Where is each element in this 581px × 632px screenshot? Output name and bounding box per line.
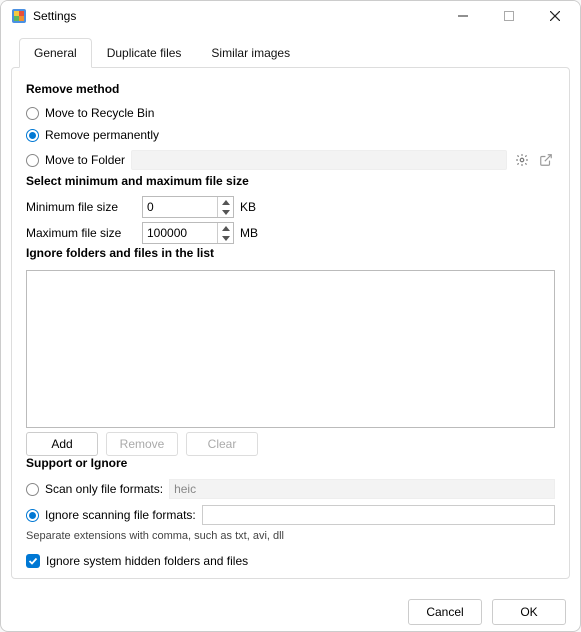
radio-remove-permanently[interactable]: Remove permanently [26, 124, 555, 146]
radio-label: Move to Folder [45, 153, 125, 167]
support-ignore-heading: Support or Ignore [26, 456, 555, 470]
tab-general[interactable]: General [19, 38, 92, 68]
maximize-button[interactable] [486, 1, 532, 31]
radio-icon [26, 483, 39, 496]
minimize-button[interactable] [440, 1, 486, 31]
settings-window: Settings General Duplicate files Similar… [0, 0, 581, 632]
file-size-heading: Select minimum and maximum file size [26, 174, 555, 188]
max-size-input[interactable] [143, 223, 217, 243]
radio-label: Remove permanently [45, 128, 159, 142]
checkbox-checked-icon [26, 554, 40, 568]
app-icon [11, 8, 27, 24]
open-external-icon[interactable] [537, 151, 555, 169]
max-size-spinner[interactable] [142, 222, 234, 244]
radio-scan-only-formats[interactable]: Scan only file formats: [26, 482, 163, 496]
move-to-folder-path-input[interactable] [131, 150, 507, 170]
max-size-unit: MB [240, 226, 258, 240]
radio-ignore-formats[interactable]: Ignore scanning file formats: [26, 508, 196, 522]
content-area: General Duplicate files Similar images R… [1, 31, 580, 589]
checkbox-label: Ignore system hidden folders and files [46, 554, 248, 568]
spinner-up-icon[interactable] [218, 223, 233, 233]
ignore-hidden-checkbox-row[interactable]: Ignore system hidden folders and files [26, 554, 555, 568]
dialog-footer: Cancel OK [1, 589, 580, 632]
ignore-list-heading: Ignore folders and files in the list [26, 246, 555, 260]
min-size-unit: KB [240, 200, 256, 214]
max-size-label: Maximum file size [26, 226, 136, 240]
ignore-listbox[interactable] [26, 270, 555, 428]
min-size-label: Minimum file size [26, 200, 136, 214]
remove-method-heading: Remove method [26, 82, 555, 96]
tab-panel-general: Remove method Move to Recycle Bin Remove… [11, 67, 570, 579]
scan-only-formats-input[interactable]: heic [169, 479, 555, 499]
titlebar: Settings [1, 1, 580, 31]
close-button[interactable] [532, 1, 578, 31]
min-size-spinner[interactable] [142, 196, 234, 218]
radio-icon [26, 129, 39, 142]
spinner-down-icon[interactable] [218, 207, 233, 217]
radio-icon [26, 107, 39, 120]
spinner-up-icon[interactable] [218, 197, 233, 207]
radio-move-to-folder[interactable]: Move to Folder [26, 153, 125, 167]
radio-icon [26, 154, 39, 167]
min-size-input[interactable] [143, 197, 217, 217]
radio-label: Scan only file formats: [45, 482, 163, 496]
window-title: Settings [33, 9, 76, 23]
radio-label: Move to Recycle Bin [45, 106, 154, 120]
tab-duplicate-files[interactable]: Duplicate files [92, 38, 197, 68]
tablist: General Duplicate files Similar images [19, 37, 570, 67]
radio-label: Ignore scanning file formats: [45, 508, 196, 522]
remove-button[interactable]: Remove [106, 432, 178, 456]
extension-hint: Separate extensions with comma, such as … [26, 530, 555, 542]
spinner-down-icon[interactable] [218, 233, 233, 243]
ignore-formats-input[interactable] [202, 505, 555, 525]
clear-button[interactable]: Clear [186, 432, 258, 456]
add-button[interactable]: Add [26, 432, 98, 456]
radio-icon [26, 509, 39, 522]
ok-button[interactable]: OK [492, 599, 566, 625]
gear-icon[interactable] [513, 151, 531, 169]
cancel-button[interactable]: Cancel [408, 599, 482, 625]
radio-recycle-bin[interactable]: Move to Recycle Bin [26, 102, 555, 124]
tab-similar-images[interactable]: Similar images [196, 38, 305, 68]
